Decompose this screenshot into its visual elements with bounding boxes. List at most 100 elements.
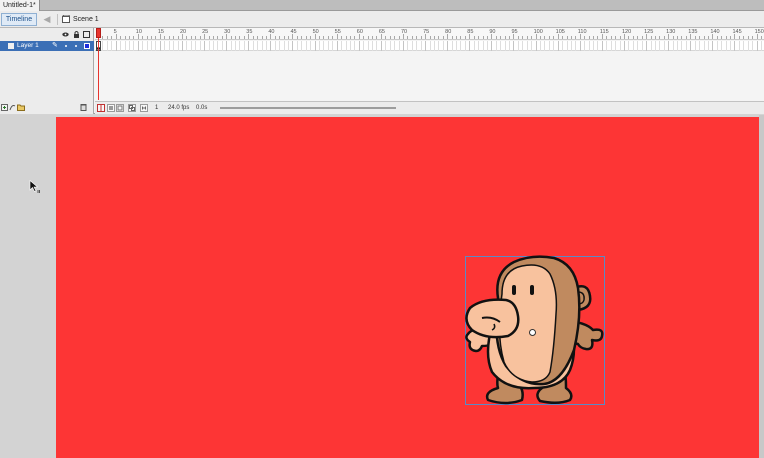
ruler-tick — [464, 36, 466, 39]
onion-skin-icon[interactable] — [107, 104, 115, 112]
visibility-dot[interactable] — [65, 45, 67, 47]
frame-number-label: 40 — [268, 29, 275, 35]
layer-frames[interactable] — [95, 41, 764, 51]
motion-guide-icon[interactable] — [9, 103, 16, 111]
frame-cell-divider — [584, 41, 586, 51]
ruler-tick — [283, 36, 285, 39]
center-frame-icon[interactable] — [97, 104, 105, 112]
frame-number-label: 90 — [489, 29, 496, 35]
back-arrow-icon[interactable]: ◀ — [41, 14, 53, 25]
ruler-tick — [756, 34, 758, 39]
ruler-tick — [681, 36, 683, 39]
frame-cell-divider — [677, 41, 679, 51]
frame-cell-divider — [526, 41, 528, 51]
frame-rate[interactable]: 24.0 fps — [168, 103, 189, 113]
playhead[interactable] — [96, 28, 101, 38]
onion-markers-icon[interactable] — [140, 104, 148, 112]
ruler-tick — [491, 34, 493, 39]
lock-icon[interactable] — [73, 31, 80, 38]
ruler-tick — [632, 36, 634, 39]
frame-cell-divider — [296, 41, 298, 51]
eye-icon[interactable] — [62, 31, 69, 38]
frame-cell-divider — [522, 41, 524, 51]
frame-cell-divider — [663, 41, 665, 51]
ruler-tick — [553, 36, 555, 39]
ruler-tick — [372, 36, 374, 39]
ruler-tick — [672, 36, 674, 39]
frame-cell-divider — [752, 41, 754, 51]
ruler-tick — [168, 36, 170, 39]
frame-cell-divider — [199, 41, 201, 51]
frame-ruler[interactable]: 5 10 15 20 25 30 35 40 45 50 55 60 65 70 75 80 85 90 95 100… — [95, 28, 764, 40]
ruler-tick — [743, 36, 745, 39]
new-folder-icon[interactable] — [17, 103, 25, 111]
frame-cell-divider — [186, 41, 188, 51]
layer-row[interactable]: Layer 1 ✎ — [0, 41, 94, 51]
delete-layer-icon[interactable] — [80, 103, 87, 111]
ruler-tick — [120, 36, 122, 39]
timeline-toggle-button[interactable]: Timeline — [1, 13, 37, 26]
frame-number-label: 65 — [378, 29, 385, 35]
frame-number-label: 70 — [400, 29, 408, 35]
document-tab[interactable]: Untitled-1* — [0, 0, 40, 11]
frame-cell-divider — [646, 41, 648, 51]
new-layer-icon[interactable] — [1, 103, 8, 111]
ruler-tick — [646, 34, 648, 39]
frame-cell-divider — [548, 41, 550, 51]
ruler-tick — [526, 36, 528, 39]
frame-cell-divider — [747, 41, 749, 51]
frame-cell-divider — [402, 41, 404, 51]
layer-name[interactable]: Layer 1 — [17, 41, 39, 51]
ruler-tick — [663, 36, 665, 39]
ruler-tick — [142, 36, 144, 39]
lock-dot[interactable] — [75, 45, 77, 47]
ruler-tick — [288, 36, 290, 39]
outline-icon[interactable] — [83, 31, 90, 38]
frame-cell-divider — [429, 41, 431, 51]
frame-cell-divider — [575, 41, 577, 51]
frame-cell-divider — [619, 41, 621, 51]
frames-area[interactable]: 5 10 15 20 25 30 35 40 45 50 55 60 65 70 75 80 85 90 95 100… — [95, 28, 764, 114]
frame-cell-divider — [469, 41, 471, 51]
vertical-scrollbar[interactable] — [759, 115, 764, 458]
frame-cell-divider — [363, 41, 365, 51]
frame-cell-divider — [265, 41, 267, 51]
edit-multiple-frames-icon[interactable] — [128, 104, 136, 112]
ruler-tick — [164, 36, 166, 39]
frame-cell-divider — [195, 41, 197, 51]
onion-outline-icon[interactable] — [116, 104, 124, 112]
frame-cell-divider — [376, 41, 378, 51]
frame-cell-divider — [323, 41, 325, 51]
ruler-tick — [517, 36, 519, 39]
outline-color-swatch[interactable] — [84, 43, 90, 49]
pencil-icon: ✎ — [52, 42, 58, 49]
frame-cell-divider — [411, 41, 413, 51]
ruler-tick — [252, 36, 254, 39]
ruler-tick — [367, 36, 369, 39]
ruler-tick — [235, 36, 237, 39]
frame-cell-divider — [159, 41, 161, 51]
frame-cell-divider — [491, 41, 493, 51]
stage[interactable] — [56, 117, 760, 458]
frame-cell-divider — [659, 41, 661, 51]
frame-cell-divider — [102, 41, 104, 51]
frame-number-label: 55 — [334, 29, 341, 35]
ruler-tick — [668, 34, 670, 39]
frame-cell-divider — [699, 41, 701, 51]
ruler-tick — [548, 36, 550, 39]
frame-cell-divider — [433, 41, 435, 51]
timeline-scrollbar[interactable] — [220, 107, 396, 109]
ruler-tick — [314, 34, 316, 39]
ruler-tick — [486, 36, 488, 39]
ruler-tick — [685, 36, 687, 39]
frame-cell-divider — [579, 41, 581, 51]
ruler-tick — [694, 36, 696, 39]
ruler-tick — [336, 34, 338, 39]
ruler-tick — [111, 36, 113, 39]
frame-cell-divider — [137, 41, 139, 51]
ruler-tick — [601, 34, 603, 39]
frame-cell-divider — [235, 41, 237, 51]
scene-label[interactable]: Scene 1 — [73, 13, 99, 26]
frame-cell-divider — [407, 41, 409, 51]
ruler-tick — [606, 36, 608, 39]
